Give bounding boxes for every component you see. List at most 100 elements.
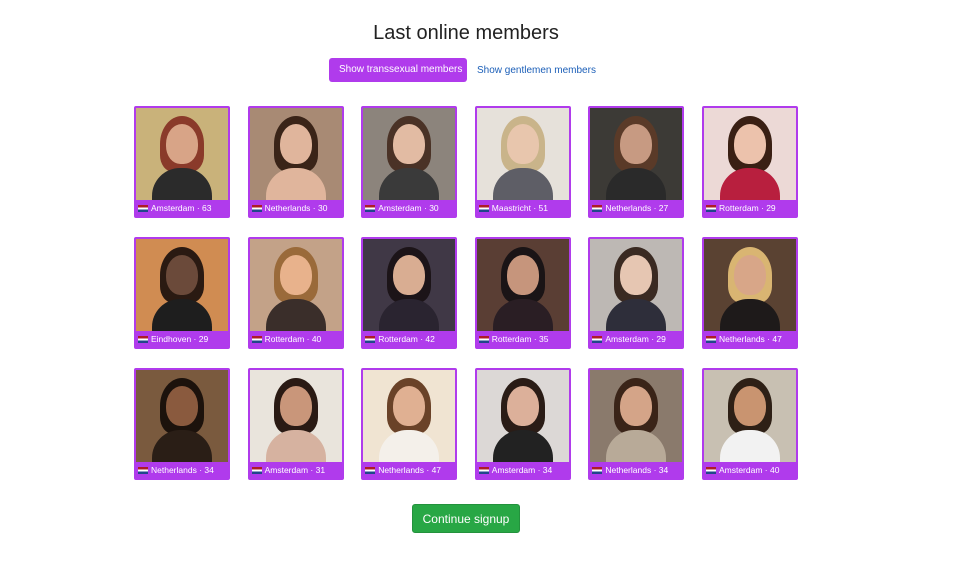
member-photo-body [492,168,553,200]
member-photo [590,370,683,462]
member-location-age: Eindhoven · 29 [151,334,209,344]
member-photo-body [606,168,667,200]
netherlands-flag-icon [138,204,148,212]
member-caption: Netherlands · 34 [590,462,682,478]
member-photo-body [719,430,780,462]
member-photo-body [379,430,440,462]
member-caption: Rotterdam · 42 [363,331,455,347]
netherlands-flag-icon [478,335,489,343]
member-location-age: Netherlands · 47 [378,465,442,475]
member-photo [476,239,569,331]
member-card[interactable]: Netherlands · 47 [701,237,798,349]
member-location-age: Rotterdam · 42 [378,334,435,344]
member-photo-face [506,386,539,426]
member-location-age: Netherlands · 47 [718,334,782,344]
member-caption: Amsterdam · 63 [136,200,228,216]
member-photo-face [506,255,539,295]
member-caption: Amsterdam · 30 [363,200,455,216]
netherlands-flag-icon [365,204,376,212]
member-photo-face [166,124,198,164]
member-photo-face [733,386,766,426]
member-caption: Eindhoven · 29 [136,331,228,347]
netherlands-flag-icon [138,335,148,343]
member-caption: Netherlands · 30 [250,200,342,216]
member-card[interactable]: Netherlands · 27 [588,106,685,218]
member-photo-face [733,124,766,164]
member-caption: Amsterdam · 40 [704,462,796,478]
member-card[interactable]: Amsterdam · 29 [588,237,685,349]
member-card[interactable]: Maastricht · 51 [474,106,571,218]
netherlands-flag-icon [478,466,489,474]
member-location-age: Rotterdam · 40 [264,334,322,344]
member-photo [363,370,456,462]
member-photo-face [393,124,426,164]
member-photo [703,239,796,331]
netherlands-flag-icon [251,204,262,212]
member-photo [136,239,228,331]
member-photo [363,239,456,331]
member-photo-body [152,299,212,331]
member-card[interactable]: Rotterdam · 40 [247,237,344,349]
member-photo-body [152,430,212,462]
netherlands-flag-icon [705,335,716,343]
member-caption: Amsterdam · 29 [590,331,682,347]
member-photo-body [265,299,326,331]
continue-signup-button[interactable]: Continue signup [412,504,520,533]
member-photo [136,108,228,200]
member-photo-body [719,168,780,200]
netherlands-flag-icon [592,335,603,343]
member-card[interactable]: Rotterdam · 42 [361,237,458,349]
member-caption: Maastricht · 51 [477,200,569,216]
member-photo-body [152,168,212,200]
netherlands-flag-icon [705,204,716,212]
netherlands-flag-icon [478,204,489,212]
member-photo-body [379,168,440,200]
member-caption: Netherlands · 27 [590,200,682,216]
member-card[interactable]: Eindhoven · 29 [134,237,230,349]
member-photo-body [606,299,667,331]
show-transsexual-button[interactable]: Show transsexual members [329,58,467,82]
member-photo [590,239,683,331]
page-title: Last online members [373,22,559,44]
member-location-age: Amsterdam · 40 [718,465,780,475]
member-photo-body [492,430,553,462]
netherlands-flag-icon [365,466,376,474]
member-photo-face [506,124,539,164]
show-gentlemen-link[interactable]: Show gentlemen members [477,65,596,76]
member-photo-face [393,386,426,426]
member-card[interactable]: Amsterdam · 31 [247,368,344,480]
member-photo [703,108,796,200]
member-photo [476,108,569,200]
member-card[interactable]: Netherlands · 30 [247,106,344,218]
member-card[interactable]: Amsterdam · 40 [701,368,798,480]
member-location-age: Rotterdam · 29 [718,203,776,213]
member-location-age: Maastricht · 51 [491,203,548,213]
member-caption: Rotterdam · 40 [250,331,342,347]
netherlands-flag-icon [365,335,376,343]
member-location-age: Rotterdam · 35 [491,334,549,344]
member-photo-face [393,255,426,295]
netherlands-flag-icon [705,466,716,474]
member-photo-face [279,255,312,295]
member-photo-body [606,430,667,462]
member-card[interactable]: Amsterdam · 30 [361,106,458,218]
member-card[interactable]: Amsterdam · 63 [134,106,230,218]
member-card[interactable]: Netherlands · 34 [134,368,230,480]
member-location-age: Amsterdam · 30 [378,203,439,213]
member-card[interactable]: Netherlands · 47 [361,368,458,480]
member-photo-face [279,124,312,164]
member-card[interactable]: Amsterdam · 34 [474,368,571,480]
member-card[interactable]: Rotterdam · 29 [701,106,798,218]
member-photo [590,108,683,200]
netherlands-flag-icon [251,335,262,343]
member-card[interactable]: Netherlands · 34 [588,368,685,480]
member-photo-body [379,299,440,331]
member-card[interactable]: Rotterdam · 35 [474,237,571,349]
member-photo-face [733,255,766,295]
member-location-age: Netherlands · 34 [151,465,214,475]
member-photo-face [166,386,198,426]
member-photo-body [265,168,326,200]
member-photo [363,108,456,200]
member-photo [703,370,796,462]
member-photo [476,370,569,462]
